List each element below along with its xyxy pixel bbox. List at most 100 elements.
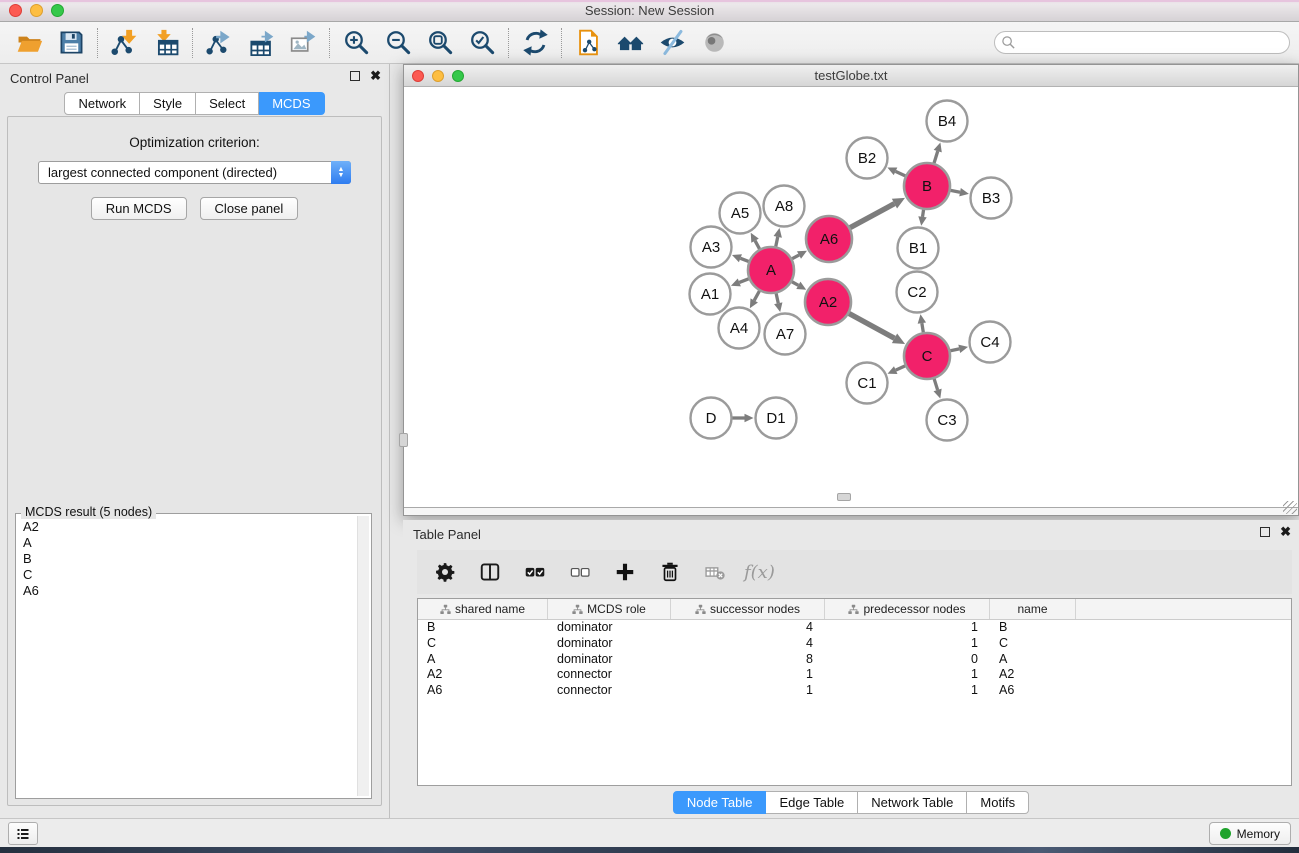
zoom-fit-button[interactable] — [419, 25, 461, 61]
zoom-in-button[interactable] — [335, 25, 377, 61]
zoom-out-button[interactable] — [377, 25, 419, 61]
graph-edge-B-B2[interactable] — [896, 171, 906, 176]
task-history-button[interactable] — [8, 822, 38, 845]
graph-edge-A-A1[interactable] — [739, 279, 748, 283]
table-row[interactable]: Cdominator41C — [418, 636, 1291, 652]
table-row[interactable]: Adominator80A — [418, 652, 1291, 668]
tab-network[interactable]: Network — [64, 92, 140, 115]
tab-style[interactable]: Style — [140, 92, 196, 115]
bottom-splitter-handle[interactable] — [837, 493, 851, 501]
mcds-result-item[interactable]: A — [18, 535, 356, 551]
hide-selected-button[interactable] — [651, 25, 693, 61]
column-header-MCDS-role[interactable]: MCDS role — [548, 599, 671, 619]
tab-node-table[interactable]: Node Table — [673, 791, 767, 814]
graph-edge-A6-B[interactable] — [850, 204, 894, 228]
tab-network-table[interactable]: Network Table — [858, 791, 967, 814]
graph-node-A7[interactable]: A7 — [765, 314, 806, 355]
graph-node-B[interactable]: B — [904, 163, 950, 209]
graph-edge-A-A5[interactable] — [755, 241, 759, 249]
graph-node-D[interactable]: D — [691, 398, 732, 439]
graph-node-B4[interactable]: B4 — [927, 101, 968, 142]
graph-node-A5[interactable]: A5 — [720, 193, 761, 234]
graph-edge-A-A4[interactable] — [754, 291, 759, 300]
graph-edge-A-A7[interactable] — [776, 293, 778, 303]
graph-node-C3[interactable]: C3 — [927, 400, 968, 441]
float-panel-icon[interactable] — [350, 71, 360, 81]
delete-column-button[interactable] — [652, 555, 688, 589]
column-header-name[interactable]: name — [990, 599, 1076, 619]
network-from-file-button[interactable] — [567, 25, 609, 61]
graph-edge-A-A2[interactable] — [792, 282, 798, 286]
show-all-button[interactable] — [693, 25, 735, 61]
add-column-button[interactable] — [607, 555, 643, 589]
left-splitter-handle[interactable] — [399, 433, 408, 447]
mcds-result-item[interactable]: A2 — [18, 519, 356, 535]
graph-node-C2[interactable]: C2 — [897, 272, 938, 313]
deselect-all-rows-button[interactable] — [562, 555, 598, 589]
graph-node-C1[interactable]: C1 — [847, 363, 888, 404]
graph-edge-A-A3[interactable] — [740, 258, 748, 261]
select-all-rows-button[interactable] — [517, 555, 553, 589]
graph-edge-C-C4[interactable] — [950, 349, 959, 351]
close-panel-button[interactable]: Close panel — [200, 197, 299, 220]
resize-grip-icon[interactable] — [1283, 501, 1297, 514]
graph-edge-C-C1[interactable] — [896, 366, 905, 370]
network-canvas[interactable]: B4 B2 B B3 A8A5 A6 A3 B1 A C2 A1 A2 A4A7 C4 C C1 D D1 C3 — [404, 87, 1298, 508]
close-table-panel-icon[interactable]: ✖ — [1280, 527, 1291, 537]
memory-button[interactable]: Memory — [1209, 822, 1291, 845]
graph-node-A3[interactable]: A3 — [691, 227, 732, 268]
graph-node-A[interactable]: A — [748, 247, 794, 293]
mcds-result-item[interactable]: C — [18, 567, 356, 583]
graph-node-B3[interactable]: B3 — [971, 178, 1012, 219]
column-header-successor-nodes[interactable]: successor nodes — [671, 599, 825, 619]
table-row[interactable]: A6connector11A6 — [418, 683, 1291, 699]
apply-layout-button[interactable] — [514, 25, 556, 61]
export-table-button[interactable] — [240, 25, 282, 61]
graph-edge-C-C2[interactable] — [922, 323, 923, 332]
run-mcds-button[interactable]: Run MCDS — [91, 197, 187, 220]
graph-node-A6[interactable]: A6 — [806, 216, 852, 262]
column-header-predecessor-nodes[interactable]: predecessor nodes — [825, 599, 990, 619]
graph-edge-B-B1[interactable] — [923, 210, 924, 217]
mcds-result-item[interactable]: B — [18, 551, 356, 567]
tab-edge-table[interactable]: Edge Table — [766, 791, 858, 814]
graph-node-A1[interactable]: A1 — [690, 274, 731, 315]
table-row[interactable]: Bdominator41B — [418, 620, 1291, 636]
mcds-result-item[interactable]: A6 — [18, 583, 356, 599]
table-row[interactable]: A2connector11A2 — [418, 667, 1291, 683]
column-header-shared-name[interactable]: shared name — [418, 599, 548, 619]
export-network-button[interactable] — [198, 25, 240, 61]
graph-node-A2[interactable]: A2 — [805, 279, 851, 325]
function-builder-button[interactable]: f(x) — [742, 562, 775, 583]
graph-edge-B-B3[interactable] — [951, 190, 960, 192]
table-settings-button[interactable] — [427, 555, 463, 589]
graph-edge-A2-C[interactable] — [849, 313, 894, 338]
import-table-button[interactable] — [145, 25, 187, 61]
graph-edge-B-B4[interactable] — [934, 151, 938, 163]
save-session-button[interactable] — [50, 25, 92, 61]
optimization-criterion-select[interactable]: largest connected component (directed) ▲… — [38, 161, 351, 184]
first-neighbors-button[interactable] — [609, 25, 651, 61]
graph-node-A4[interactable]: A4 — [719, 308, 760, 349]
graph-node-B1[interactable]: B1 — [898, 228, 939, 269]
close-panel-icon[interactable]: ✖ — [370, 71, 381, 81]
mcds-result-scrollbar[interactable] — [357, 516, 369, 796]
delete-table-button[interactable] — [697, 555, 733, 589]
export-image-button[interactable] — [282, 25, 324, 61]
float-table-panel-icon[interactable] — [1260, 527, 1270, 537]
tab-mcds[interactable]: MCDS — [259, 92, 324, 115]
graph-node-A8[interactable]: A8 — [764, 186, 805, 227]
graph-node-C4[interactable]: C4 — [970, 322, 1011, 363]
graph-edge-A-A6[interactable] — [792, 255, 799, 259]
graph-node-B2[interactable]: B2 — [847, 138, 888, 179]
graph-edge-C-C3[interactable] — [934, 379, 937, 390]
zoom-selected-button[interactable] — [461, 25, 503, 61]
import-network-button[interactable] — [103, 25, 145, 61]
graph-edge-A-A8[interactable] — [776, 237, 778, 247]
show-columns-button[interactable] — [472, 555, 508, 589]
graph-node-C[interactable]: C — [904, 333, 950, 379]
graph-node-D1[interactable]: D1 — [756, 398, 797, 439]
tab-select[interactable]: Select — [196, 92, 259, 115]
search-input[interactable] — [994, 31, 1290, 54]
open-session-button[interactable] — [8, 25, 50, 61]
